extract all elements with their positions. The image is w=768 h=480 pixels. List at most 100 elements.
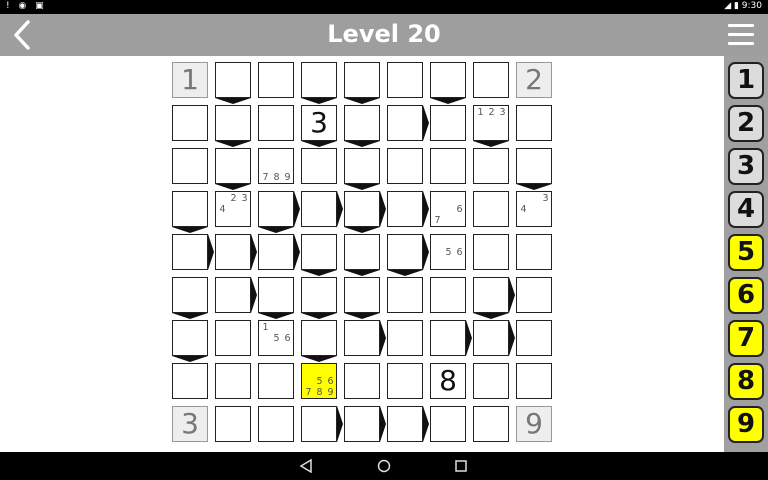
grid-cell[interactable]	[258, 105, 294, 141]
grid-cell[interactable]	[301, 406, 343, 442]
grid-cell[interactable]	[301, 191, 343, 227]
grid-cell[interactable]	[172, 320, 208, 362]
number-button-6[interactable]: 6	[728, 277, 764, 314]
grid-cell[interactable]	[387, 148, 423, 184]
grid-cell[interactable]: 3	[172, 406, 208, 442]
grid-cell[interactable]	[258, 363, 294, 399]
grid-cell[interactable]	[215, 148, 251, 190]
grid-cell[interactable]	[387, 363, 423, 399]
nav-home-icon[interactable]	[377, 459, 391, 473]
grid-cell[interactable]	[430, 105, 466, 141]
grid-cell[interactable]: 56	[430, 234, 466, 270]
grid-cell[interactable]	[172, 234, 214, 270]
grid-cell[interactable]	[172, 277, 208, 319]
grid-cell[interactable]	[516, 105, 552, 141]
grid-cell[interactable]	[172, 191, 208, 233]
grid-cell[interactable]	[344, 191, 386, 233]
number-button-5[interactable]: 5	[728, 234, 764, 271]
grid-cell[interactable]: 1	[172, 62, 208, 98]
grid-cell[interactable]	[516, 234, 552, 270]
grid-cell[interactable]	[473, 191, 509, 227]
number-button-7[interactable]: 7	[728, 320, 764, 357]
number-button-4[interactable]: 4	[728, 191, 764, 228]
grid-cell[interactable]	[215, 363, 251, 399]
grid-cell[interactable]	[258, 277, 294, 319]
grid-cell[interactable]	[172, 105, 208, 141]
grid-cell[interactable]	[516, 277, 552, 313]
grid-cell[interactable]: 3	[301, 105, 337, 147]
grid-cell[interactable]	[387, 105, 429, 141]
grid-cell[interactable]: 56 789	[301, 363, 337, 399]
grid-cell[interactable]	[344, 234, 380, 276]
grid-cell[interactable]: 8	[430, 363, 466, 399]
grid-cell[interactable]	[344, 277, 380, 319]
number-button-3[interactable]: 3	[728, 148, 764, 185]
grid-cell[interactable]: 9	[516, 406, 552, 442]
grid-cell[interactable]	[344, 320, 386, 356]
grid-cell[interactable]	[301, 234, 337, 276]
grid-cell[interactable]	[215, 62, 251, 104]
grid-cell[interactable]	[172, 363, 208, 399]
number-button-8[interactable]: 8	[728, 363, 764, 400]
grid-cell[interactable]	[172, 148, 208, 184]
candidate-mark: 4	[520, 204, 527, 215]
grid-cell[interactable]	[387, 234, 429, 276]
grid-cell[interactable]	[215, 320, 251, 356]
grid-cell[interactable]: 2	[516, 62, 552, 98]
nav-recents-icon[interactable]	[455, 460, 467, 472]
grid-cell[interactable]	[301, 320, 337, 362]
grid-cell[interactable]	[430, 148, 466, 184]
number-button-1[interactable]: 1	[728, 62, 764, 99]
greater-than-wedge	[294, 191, 300, 227]
grid-cell[interactable]	[215, 234, 257, 270]
greater-than-wedge	[172, 313, 208, 319]
number-button-9[interactable]: 9	[728, 406, 764, 443]
grid-cell[interactable]	[344, 363, 380, 399]
grid-cell[interactable]	[430, 320, 472, 356]
grid-cell[interactable]	[473, 320, 515, 356]
grid-cell[interactable]: 156	[258, 320, 294, 356]
grid-cell[interactable]	[215, 277, 257, 313]
grid-cell[interactable]	[301, 62, 337, 104]
grid-cell[interactable]	[473, 277, 515, 319]
status-bar: ! ◉ ▣ ◢ ▮ 9:30	[0, 0, 768, 14]
grid-cell[interactable]	[473, 363, 509, 399]
grid-cell[interactable]	[258, 234, 300, 270]
grid-cell[interactable]	[516, 148, 552, 190]
grid-cell[interactable]	[301, 148, 337, 184]
grid-cell[interactable]	[430, 406, 466, 442]
greater-than-wedge	[337, 191, 343, 227]
grid-cell[interactable]	[344, 105, 380, 147]
grid-cell[interactable]: 23 4	[215, 191, 251, 227]
grid-cell[interactable]	[258, 406, 294, 442]
candidate-mark: 7	[305, 387, 312, 398]
number-button-2[interactable]: 2	[728, 105, 764, 142]
grid-cell[interactable]	[258, 191, 300, 233]
menu-icon[interactable]	[728, 24, 754, 46]
grid-cell[interactable]	[344, 62, 380, 104]
nav-back-icon[interactable]	[300, 459, 312, 473]
grid-cell[interactable]	[430, 62, 466, 104]
grid-cell[interactable]: 34	[516, 191, 552, 227]
grid-cell[interactable]	[387, 320, 423, 356]
grid-cell[interactable]	[473, 406, 509, 442]
grid-cell[interactable]	[258, 62, 294, 98]
grid-cell[interactable]: 123	[473, 105, 509, 147]
grid-cell[interactable]	[215, 406, 251, 442]
grid-cell[interactable]	[516, 363, 552, 399]
grid-cell[interactable]	[473, 62, 509, 98]
grid-cell[interactable]: 67	[430, 191, 466, 227]
grid-cell[interactable]	[516, 320, 552, 356]
grid-cell[interactable]	[387, 277, 423, 313]
grid-cell[interactable]	[473, 234, 509, 270]
grid-cell[interactable]	[301, 277, 337, 319]
grid-cell[interactable]: 789	[258, 148, 294, 184]
grid-cell[interactable]	[344, 406, 386, 442]
grid-cell[interactable]	[215, 105, 251, 147]
grid-cell[interactable]	[387, 406, 429, 442]
grid-cell[interactable]	[473, 148, 509, 184]
grid-cell[interactable]	[387, 62, 423, 98]
grid-cell[interactable]	[387, 191, 429, 227]
grid-cell[interactable]	[344, 148, 380, 190]
grid-cell[interactable]	[430, 277, 466, 313]
